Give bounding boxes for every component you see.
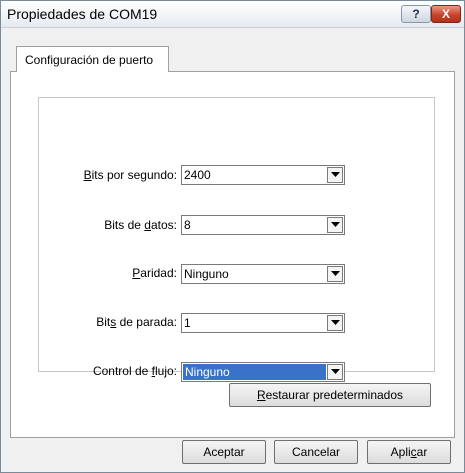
apply-button[interactable]: Apli c ar: [367, 440, 451, 464]
data-bits-label: Bits de datos:: [104, 218, 177, 232]
bits-per-second-select[interactable]: 2400: [181, 165, 345, 185]
stop-bits-select[interactable]: 1: [181, 313, 345, 333]
close-icon: X: [441, 7, 450, 21]
help-button[interactable]: ?: [401, 5, 431, 23]
flow-control-select[interactable]: Ninguno: [181, 362, 345, 382]
close-button[interactable]: X: [431, 5, 461, 23]
data-bits-value: 8: [184, 218, 191, 232]
title-bar: Propiedades de COM19 ? X: [1, 1, 464, 28]
restore-defaults-button[interactable]: Restaurar predeterminados: [229, 383, 431, 407]
chevron-down-icon[interactable]: [327, 266, 343, 282]
bits-per-second-label: Bits por segundo:: [83, 168, 177, 182]
settings-group: Bits por segundo: 2400 Bits de datos: 8 …: [38, 97, 435, 382]
apply-label-pre: Apli: [390, 445, 411, 459]
data-bits-select[interactable]: 8: [181, 215, 345, 235]
restore-access-key: R: [256, 388, 266, 402]
tab-panel: Bits por segundo: 2400 Bits de datos: 8 …: [10, 71, 455, 438]
flow-control-label: Control de flujo:: [92, 364, 177, 378]
flow-control-value: Ninguno: [182, 363, 327, 381]
chevron-down-icon[interactable]: [327, 167, 343, 183]
stop-bits-label: Bits de parada:: [96, 315, 177, 329]
chevron-down-icon[interactable]: [327, 217, 343, 233]
parity-value: Ninguno: [184, 267, 229, 281]
cancel-button[interactable]: Cancelar: [274, 440, 358, 464]
ok-button[interactable]: Aceptar: [182, 440, 266, 464]
chevron-down-icon[interactable]: [327, 364, 343, 380]
bits-per-second-value: 2400: [184, 168, 211, 182]
chevron-down-icon[interactable]: [327, 315, 343, 331]
apply-label-post: ar: [416, 445, 428, 459]
tab-port-settings[interactable]: Configuración de puerto: [16, 46, 169, 72]
cancel-label: Cancelar: [291, 445, 341, 459]
help-icon: ?: [412, 7, 420, 21]
restore-label: estaurar predeterminados: [265, 388, 404, 402]
parity-select[interactable]: Ninguno: [181, 264, 345, 284]
window-title: Propiedades de COM19: [7, 6, 158, 22]
tab-label: Configuración de puerto: [25, 53, 154, 67]
stop-bits-value: 1: [184, 316, 191, 330]
properties-dialog: Propiedades de COM19 ? X Configuración d…: [0, 0, 465, 473]
ok-label: Aceptar: [203, 445, 245, 459]
dialog-client: Configuración de puerto Bits por segundo…: [1, 28, 464, 472]
parity-label: Paridad:: [132, 266, 177, 280]
